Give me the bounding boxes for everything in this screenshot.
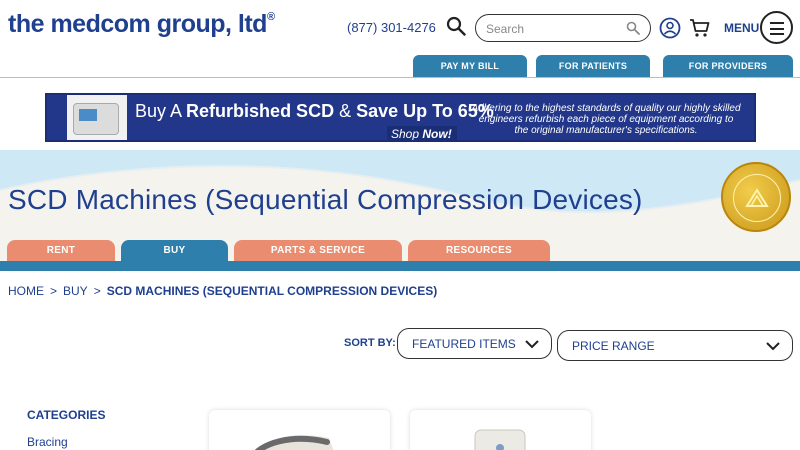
tab-parts-service[interactable]: PARTS & SERVICE [234,240,402,262]
tab-for-providers[interactable]: FOR PROVIDERS [663,55,793,77]
chevron-down-icon [525,340,539,349]
search-submit-icon[interactable] [626,21,640,35]
site-logo[interactable]: the medcom group, ltd® [8,10,275,39]
sort-by-label: SORT BY: [344,337,396,349]
breadcrumb-home[interactable]: HOME [8,284,44,298]
sort-select[interactable]: FEATURED ITEMS [397,328,552,359]
breadcrumb-current: SCD MACHINES (SEQUENTIAL COMPRESSION DEV… [106,284,438,298]
banner-headline: Buy A Refurbished SCD & Save Up To 65% [135,101,494,121]
price-range-select[interactable]: PRICE RANGE [557,330,793,361]
header-divider [0,77,800,78]
tab-for-patients[interactable]: FOR PATIENTS [536,55,650,77]
banner-description: Adhering to the highest standards of qua… [471,103,741,136]
cart-icon[interactable] [689,18,711,38]
nav-bar [0,261,800,271]
menu-label[interactable]: MENU [724,21,759,35]
user-icon[interactable] [659,17,681,39]
categories-heading: CATEGORIES [27,408,106,422]
promo-banner[interactable]: Buy A Refurbished SCD & Save Up To 65% S… [45,93,756,142]
page-title: SCD Machines (Sequential Compression Dev… [8,184,643,215]
search-icon[interactable] [446,16,466,36]
category-item[interactable]: Bracing [27,435,68,449]
product-image [254,435,334,450]
accreditation-mark-icon [745,188,769,207]
product-card[interactable] [209,410,390,450]
search-input[interactable] [486,20,626,38]
chevron-down-icon [766,342,780,351]
tab-pay-my-bill[interactable]: PAY MY BILL [413,55,527,77]
product-card[interactable] [410,410,591,450]
product-image [474,429,526,450]
scd-machine-image [67,95,127,140]
site-header: the medcom group, ltd® (877) 301-4276 ME… [0,0,800,55]
tab-resources[interactable]: RESOURCES [408,240,550,262]
joint-commission-seal [721,162,791,232]
breadcrumb: HOME > BUY > SCD MACHINES (SEQUENTIAL COMPRE… [8,284,438,298]
hamburger-icon[interactable] [760,11,793,44]
search-field[interactable] [475,14,651,42]
tab-rent[interactable]: RENT [7,240,115,262]
phone-link[interactable]: (877) 301-4276 [347,20,436,35]
shop-now-button[interactable]: Shop Now! [387,126,457,140]
breadcrumb-buy[interactable]: BUY [63,284,88,298]
tab-buy[interactable]: BUY [121,240,228,262]
